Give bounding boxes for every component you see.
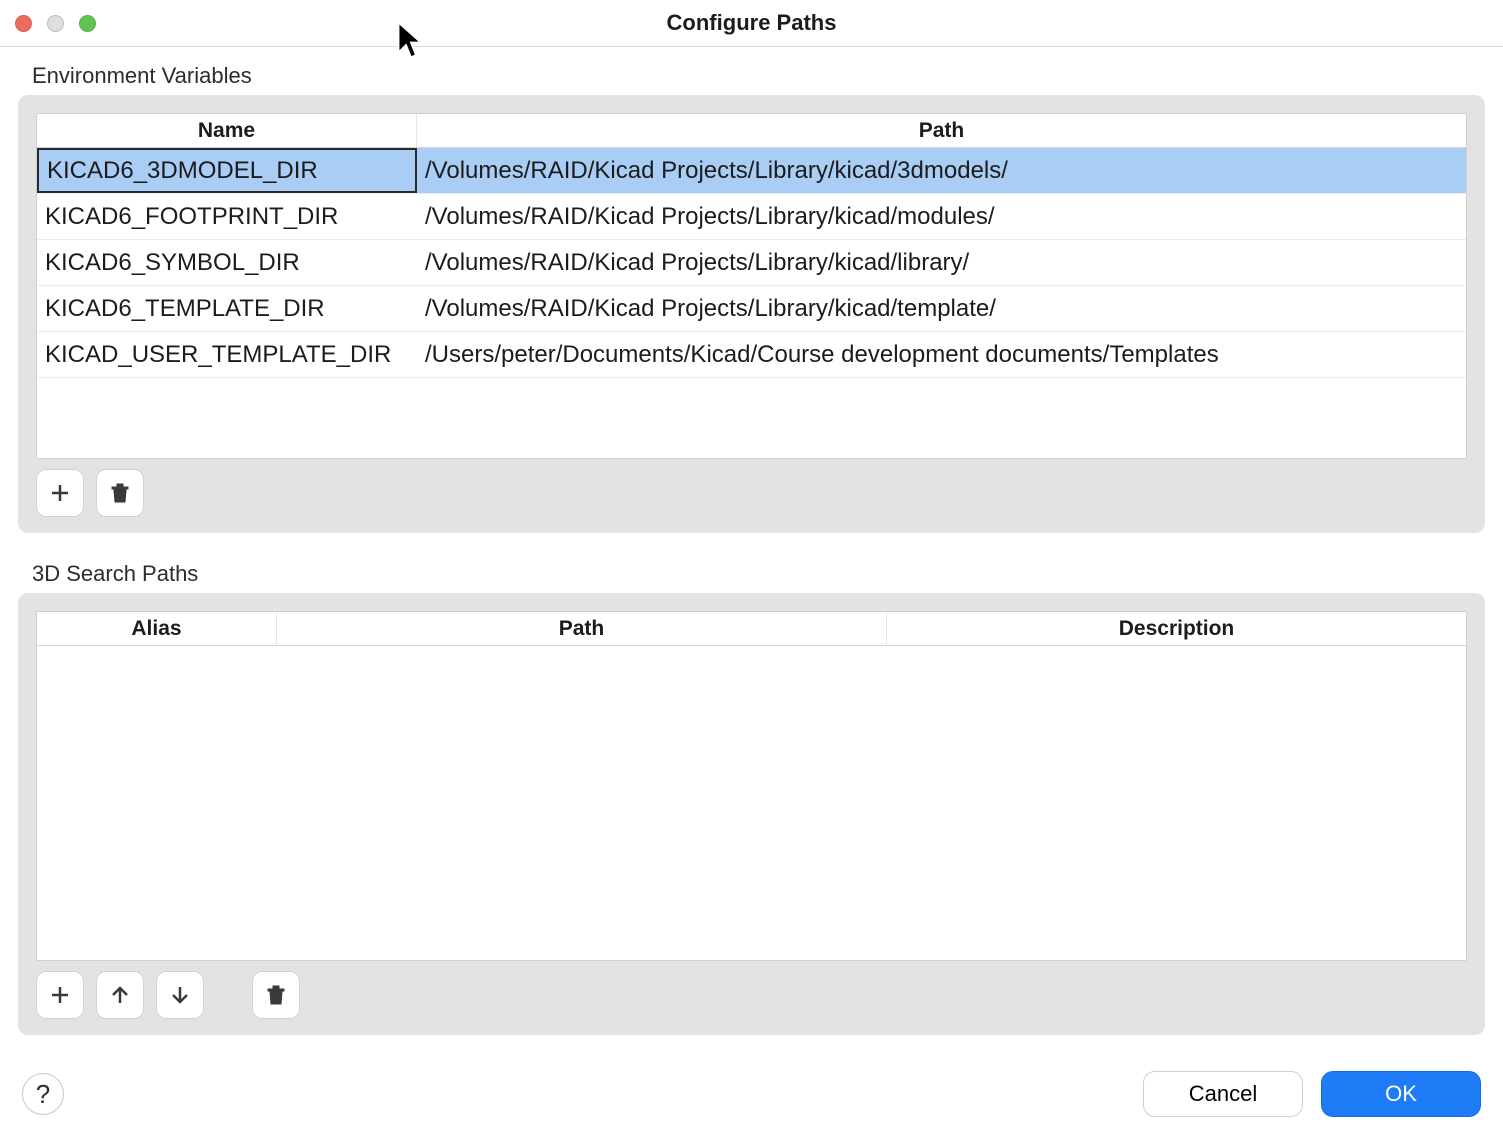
search-table-header: Alias Path Description	[37, 612, 1466, 646]
cancel-button[interactable]: Cancel	[1143, 1071, 1303, 1117]
search-col-path[interactable]: Path	[277, 612, 887, 646]
env-col-name[interactable]: Name	[37, 114, 417, 148]
env-cell-path[interactable]: /Volumes/RAID/Kicad Projects/Library/kic…	[417, 286, 1466, 331]
minimize-window-button[interactable]	[47, 15, 64, 32]
search-col-alias[interactable]: Alias	[37, 612, 277, 646]
env-table[interactable]: Name Path KICAD6_3DMODEL_DIR /Volumes/RA…	[36, 113, 1467, 459]
search-table[interactable]: Alias Path Description	[36, 611, 1467, 961]
table-row[interactable]: KICAD6_FOOTPRINT_DIR /Volumes/RAID/Kicad…	[37, 194, 1466, 240]
trash-icon	[264, 983, 288, 1007]
plus-icon	[48, 481, 72, 505]
table-row[interactable]: KICAD_USER_TEMPLATE_DIR /Users/peter/Doc…	[37, 332, 1466, 378]
trash-icon	[108, 481, 132, 505]
env-toolbar	[36, 469, 1467, 517]
search-move-up-button[interactable]	[96, 971, 144, 1019]
env-cell-name[interactable]: KICAD6_SYMBOL_DIR	[37, 240, 417, 285]
table-row[interactable]: KICAD6_3DMODEL_DIR /Volumes/RAID/Kicad P…	[37, 148, 1466, 194]
titlebar: Configure Paths	[0, 0, 1503, 47]
env-col-path[interactable]: Path	[417, 114, 1466, 148]
table-row[interactable]: KICAD6_TEMPLATE_DIR /Volumes/RAID/Kicad …	[37, 286, 1466, 332]
arrow-up-icon	[108, 983, 132, 1007]
help-button[interactable]: ?	[22, 1073, 64, 1115]
search-section-label: 3D Search Paths	[32, 561, 1485, 587]
search-delete-button[interactable]	[252, 971, 300, 1019]
table-row[interactable]: KICAD6_SYMBOL_DIR /Volumes/RAID/Kicad Pr…	[37, 240, 1466, 286]
window-title: Configure Paths	[0, 10, 1503, 36]
close-window-button[interactable]	[15, 15, 32, 32]
env-cell-name[interactable]: KICAD6_TEMPLATE_DIR	[37, 286, 417, 331]
window-controls	[15, 15, 96, 32]
env-table-empty-area	[37, 378, 1466, 458]
env-add-button[interactable]	[36, 469, 84, 517]
search-panel: Alias Path Description	[18, 593, 1485, 1035]
env-cell-path[interactable]: /Volumes/RAID/Kicad Projects/Library/kic…	[417, 194, 1466, 239]
env-cell-path[interactable]: /Users/peter/Documents/Kicad/Course deve…	[417, 332, 1466, 377]
env-cell-name[interactable]: KICAD6_3DMODEL_DIR	[37, 148, 417, 193]
ok-button[interactable]: OK	[1321, 1071, 1481, 1117]
env-delete-button[interactable]	[96, 469, 144, 517]
plus-icon	[48, 983, 72, 1007]
env-table-header: Name Path	[37, 114, 1466, 148]
env-cell-path[interactable]: /Volumes/RAID/Kicad Projects/Library/kic…	[417, 240, 1466, 285]
search-table-empty-area	[37, 646, 1466, 960]
search-move-down-button[interactable]	[156, 971, 204, 1019]
env-cell-name[interactable]: KICAD6_FOOTPRINT_DIR	[37, 194, 417, 239]
env-cell-path[interactable]: /Volumes/RAID/Kicad Projects/Library/kic…	[417, 148, 1466, 193]
arrow-down-icon	[168, 983, 192, 1007]
dialog-footer: ? Cancel OK	[0, 1057, 1503, 1139]
search-toolbar	[36, 971, 1467, 1019]
env-panel: Name Path KICAD6_3DMODEL_DIR /Volumes/RA…	[18, 95, 1485, 533]
search-add-button[interactable]	[36, 971, 84, 1019]
zoom-window-button[interactable]	[79, 15, 96, 32]
search-col-description[interactable]: Description	[887, 612, 1466, 646]
env-cell-name[interactable]: KICAD_USER_TEMPLATE_DIR	[37, 332, 417, 377]
env-section-label: Environment Variables	[32, 63, 1485, 89]
